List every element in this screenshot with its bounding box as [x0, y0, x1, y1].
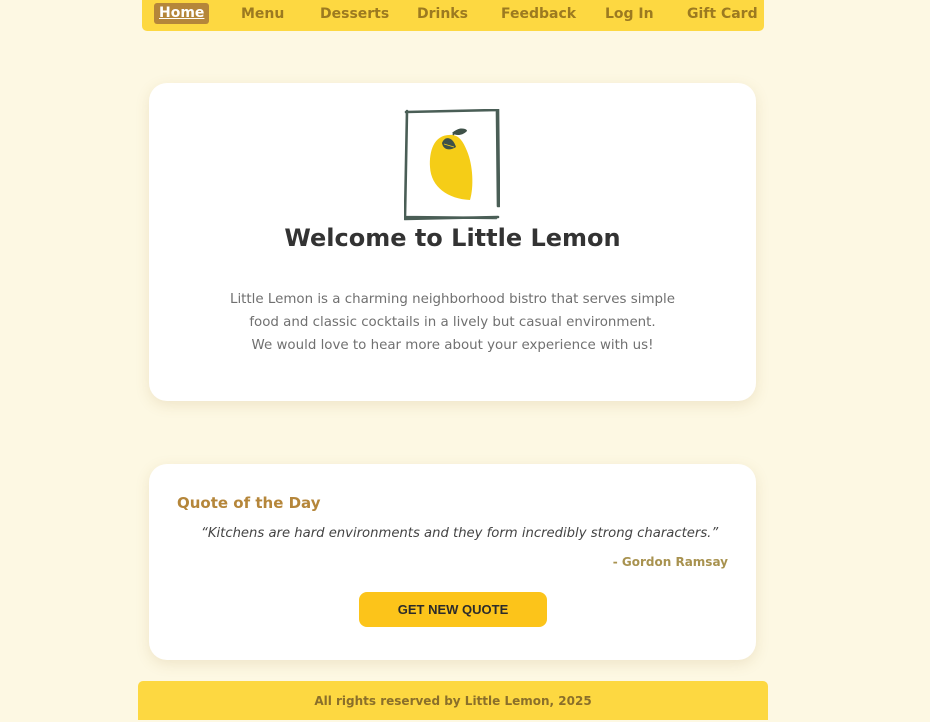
nav-item-log-in[interactable]: Log In — [605, 6, 654, 23]
get-new-quote-button[interactable]: GET NEW QUOTE — [359, 592, 547, 627]
nav-item-gift-card[interactable]: Gift Card — [687, 6, 758, 23]
quote-heading: Quote of the Day — [177, 494, 321, 512]
nav-item-menu[interactable]: Menu — [241, 6, 284, 23]
lemon-logo-icon — [404, 109, 500, 221]
nav-item-feedback[interactable]: Feedback — [501, 6, 576, 23]
welcome-title: Welcome to Little Lemon — [284, 224, 621, 252]
welcome-description-line: food and classic cocktails in a lively b… — [249, 315, 656, 330]
nav-item-home[interactable]: Home — [154, 3, 210, 24]
nav-item-drinks[interactable]: Drinks — [417, 6, 468, 23]
quote-author: - Gordon Ramsay — [612, 555, 728, 569]
welcome-description: Little Lemon is a charming neighborhood … — [149, 288, 756, 357]
welcome-card: Welcome to Little Lemon Little Lemon is … — [149, 83, 756, 401]
footer: All rights reserved by Little Lemon, 202… — [138, 681, 768, 720]
quote-text: “Kitchens are hard environments and they… — [201, 526, 719, 541]
nav-item-desserts[interactable]: Desserts — [320, 6, 389, 23]
welcome-description-line: We would love to hear more about your ex… — [251, 338, 654, 353]
welcome-description-line: Little Lemon is a charming neighborhood … — [230, 292, 675, 307]
top-nav: Home Menu Desserts Drinks Feedback Log I… — [142, 0, 764, 31]
quote-card: Quote of the Day “Kitchens are hard envi… — [149, 464, 756, 660]
